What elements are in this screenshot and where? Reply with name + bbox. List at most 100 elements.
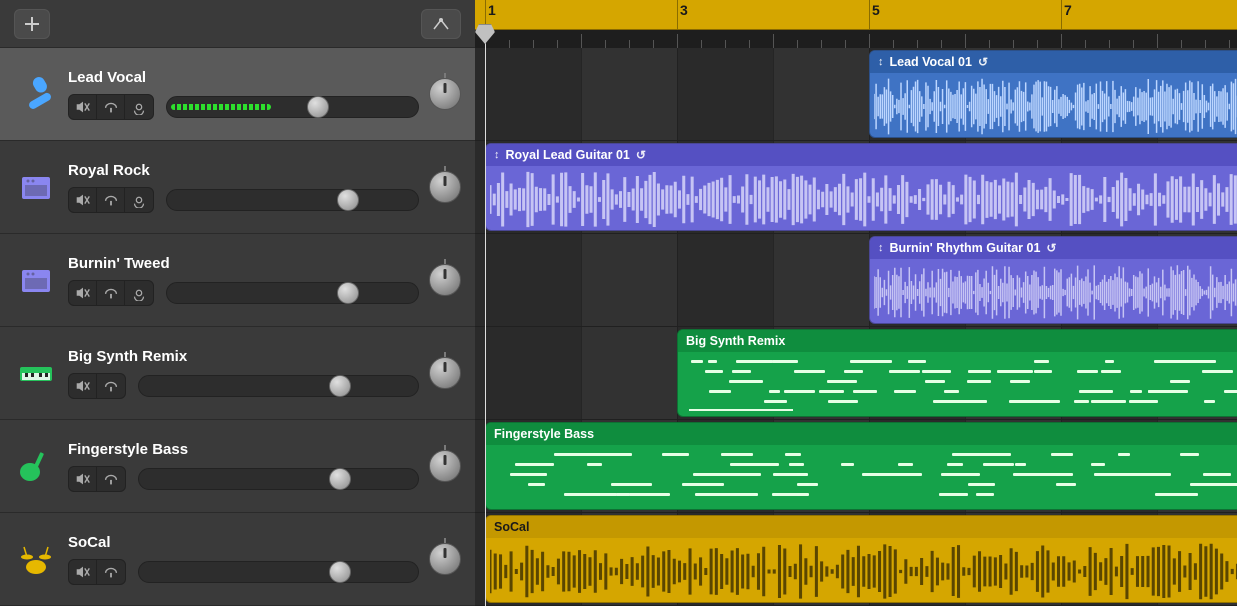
amp-icon [16,167,56,207]
region-header[interactable]: Fingerstyle Bass [486,423,1237,445]
track-row[interactable]: Big Synth Remix [0,327,475,420]
solo-button[interactable] [97,467,125,491]
track-row[interactable]: Lead Vocal [0,48,475,141]
bass-icon [16,446,56,486]
ruler-major-line [677,0,678,29]
region-header[interactable]: Big Synth Remix [678,330,1237,352]
region[interactable]: ↕Burnin' Rhythm Guitar 01↺ [869,236,1237,324]
track-button-group [68,280,154,306]
track-row[interactable]: Burnin' Tweed [0,234,475,327]
volume-thumb[interactable] [337,189,359,211]
volume-thumb[interactable] [329,375,351,397]
volume-slider[interactable] [166,96,419,118]
track-button-group [68,94,154,120]
region[interactable]: Fingerstyle Bass [485,422,1237,510]
volume-slider[interactable] [166,189,419,211]
solo-button[interactable] [97,281,125,305]
track-instrument-icon [14,537,58,581]
track-button-group [68,373,126,399]
track-instrument-icon [14,258,58,302]
solo-button[interactable] [97,188,125,212]
automation-toggle-button[interactable] [421,9,461,39]
pan-knob[interactable] [429,450,461,482]
track-instrument-icon [14,72,58,116]
track-list-header [0,0,475,48]
timeline-panel: 1357 ↕ Lead Vocal 01 ↺ ↕ Royal Lead Guitar 0… [475,0,1237,606]
mute-button[interactable] [69,281,97,305]
loop-icon: ↺ [1046,241,1056,255]
input-button[interactable] [125,281,153,305]
track-instrument-icon [14,444,58,488]
keyboard-icon [16,353,56,393]
region[interactable]: Big Synth Remix [677,329,1237,417]
loop-icon: ↺ [636,148,646,162]
pan-knob[interactable] [429,171,461,203]
volume-thumb[interactable] [337,282,359,304]
drums-icon [16,539,56,579]
volume-thumb[interactable] [329,561,351,583]
level-meter [171,104,271,110]
region[interactable]: ↕ Royal Lead Guitar 01 ↺ [485,143,1237,231]
input-button[interactable] [125,188,153,212]
loop-icon: ↺ [978,55,988,69]
mic-icon [16,74,56,114]
mute-button[interactable] [69,95,97,119]
input-button[interactable] [125,95,153,119]
region-name-label: SoCal [494,520,529,534]
mute-button[interactable] [69,560,97,584]
region-name-label: Lead Vocal 01 [890,55,972,69]
ruler-bar-number: 5 [872,2,880,18]
amp-icon [16,260,56,300]
automation-icon [432,17,450,31]
pan-knob[interactable] [429,78,461,110]
mute-button[interactable] [69,374,97,398]
region-header[interactable]: ↕Lead Vocal 01↺ [870,51,1237,73]
region-content [486,538,1237,602]
mute-button[interactable] [69,188,97,212]
volume-slider[interactable] [138,561,419,583]
volume-slider[interactable] [138,375,419,397]
region-content [678,352,1237,416]
track-name-label: Burnin' Tweed [68,255,419,272]
solo-button[interactable] [97,374,125,398]
volume-slider[interactable] [138,468,419,490]
track-row[interactable]: Fingerstyle Bass [0,420,475,513]
ruler-bar-number: 1 [488,2,496,18]
solo-button[interactable] [97,560,125,584]
track-name-label: SoCal [68,534,419,551]
ruler[interactable]: 1357 [475,0,1237,48]
track-name-label: Big Synth Remix [68,348,419,365]
track-button-group [68,559,126,585]
track-row[interactable]: Royal Rock [0,141,475,234]
region-name-label: Fingerstyle Bass [494,427,594,441]
tracks-region-area[interactable]: ↕Lead Vocal 01↺↕Royal Lead Guitar 01↺↕Bu… [475,48,1237,606]
volume-slider[interactable] [166,282,419,304]
region-name-label: Big Synth Remix [686,334,785,348]
region-header[interactable]: ↕Burnin' Rhythm Guitar 01↺ [870,237,1237,259]
region-header[interactable]: ↕ Royal Lead Guitar 01 ↺ [486,144,1237,166]
region[interactable]: ↕Lead Vocal 01↺ [869,50,1237,138]
region-pitch-icon: ↕ [878,242,884,254]
region-content [870,73,1237,137]
region[interactable]: SoCal [485,515,1237,603]
track-name-label: Royal Rock [68,162,419,179]
region-name-label: Royal Lead Guitar 01 [506,148,630,162]
pan-knob[interactable] [429,264,461,296]
region-header[interactable]: SoCal [486,516,1237,538]
track-row[interactable]: SoCal [0,513,475,606]
track-instrument-icon [14,351,58,395]
region-content [870,259,1237,323]
pan-knob[interactable] [429,357,461,389]
region-content [486,445,1237,509]
volume-thumb[interactable] [329,468,351,490]
pan-knob[interactable] [429,543,461,575]
mute-button[interactable] [69,467,97,491]
track-button-group [68,466,126,492]
ruler-major-line [1061,0,1062,29]
track-button-group [68,187,154,213]
track-list-panel: Lead Vocal Royal Rock Burnin' Tweed Big Syn… [0,0,475,606]
add-track-button[interactable] [14,9,50,39]
solo-button[interactable] [97,95,125,119]
region-pitch-icon: ↕ [494,149,500,161]
volume-thumb[interactable] [307,96,329,118]
